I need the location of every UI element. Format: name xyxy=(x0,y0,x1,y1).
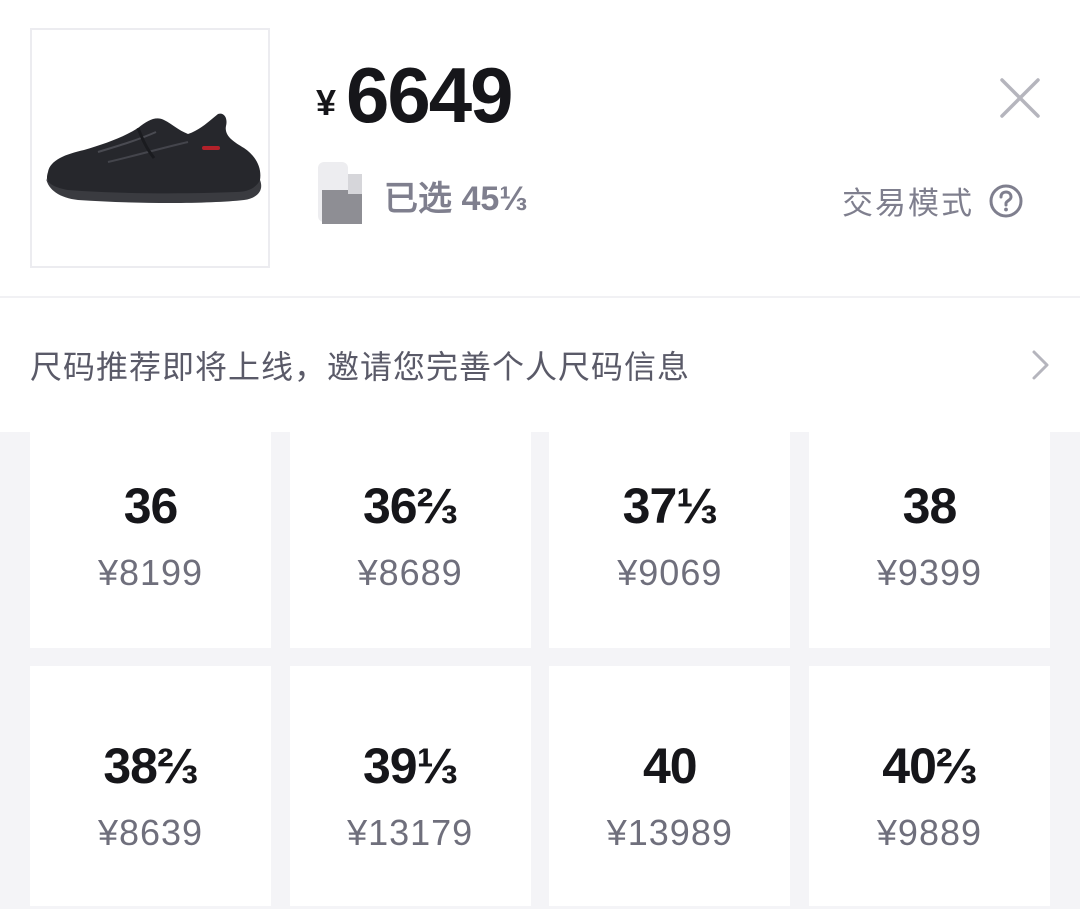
trade-mode-link[interactable]: 交易模式 xyxy=(842,178,1024,223)
size-price: ¥8639 xyxy=(97,812,204,853)
size-option[interactable]: 36 ¥8199 xyxy=(30,432,271,648)
size-selector-sheet: ¥ 6649 已选 45⅓ 交易模式 尺码推荐即将上线，邀请您完善个人尺码信息 … xyxy=(0,0,1080,909)
size-recommendation-banner[interactable]: 尺码推荐即将上线，邀请您完善个人尺码信息 xyxy=(0,298,1080,432)
size-option[interactable]: 40⅔ ¥9889 xyxy=(808,666,1050,906)
size-row: 36 ¥8199 36⅔ ¥8689 37⅓ ¥9069 38 ¥9399 xyxy=(30,432,1050,648)
size-option[interactable]: 37⅓ ¥9069 xyxy=(549,432,791,648)
size-option[interactable]: 36⅔ ¥8689 xyxy=(289,432,531,648)
size-grid: 36 ¥8199 36⅔ ¥8689 37⅓ ¥9069 38 ¥9399 38… xyxy=(30,432,1050,906)
trade-mode-label: 交易模式 xyxy=(842,186,974,221)
size-price: ¥9399 xyxy=(876,552,983,593)
size-option[interactable]: 40 ¥13989 xyxy=(549,666,791,906)
size-value: 38⅔ xyxy=(103,738,198,794)
size-option[interactable]: 38 ¥9399 xyxy=(808,432,1050,648)
size-value: 40⅔ xyxy=(882,738,977,794)
size-option[interactable]: 38⅔ ¥8639 xyxy=(30,666,271,906)
size-price: ¥8199 xyxy=(97,552,204,593)
size-price: ¥8689 xyxy=(357,552,463,593)
size-value: 38 xyxy=(902,478,958,534)
size-price: ¥9889 xyxy=(876,812,983,853)
size-option[interactable]: 39⅓ ¥13179 xyxy=(289,666,531,906)
size-value: 40 xyxy=(643,738,698,794)
product-price: ¥ 6649 xyxy=(316,50,514,140)
product-header: ¥ 6649 已选 45⅓ 交易模式 xyxy=(0,0,1080,296)
selected-size-label: 已选 45⅓ xyxy=(384,179,528,218)
close-button[interactable] xyxy=(996,74,1044,122)
selected-variant-thumbnail xyxy=(312,160,368,230)
selected-size-row: 已选 45⅓ xyxy=(312,158,528,232)
size-value: 37⅓ xyxy=(622,478,718,534)
size-price: ¥9069 xyxy=(617,552,723,593)
size-recommendation-text: 尺码推荐即将上线，邀请您完善个人尺码信息 xyxy=(30,349,691,385)
size-value: 36 xyxy=(123,478,179,534)
size-value: 39⅓ xyxy=(362,738,458,794)
size-price: ¥13179 xyxy=(347,812,474,853)
product-thumbnail xyxy=(30,28,270,268)
price-amount: 6649 xyxy=(346,51,514,139)
currency-symbol: ¥ xyxy=(316,82,337,123)
sneaker-image xyxy=(46,113,262,203)
question-circle-icon[interactable] xyxy=(988,183,1024,219)
chevron-right-icon xyxy=(1032,350,1049,380)
size-row: 38⅔ ¥8639 39⅓ ¥13179 40 ¥13989 40⅔ ¥9889 xyxy=(30,666,1050,906)
close-icon xyxy=(1000,78,1040,118)
size-price: ¥13989 xyxy=(606,812,733,853)
size-value: 36⅔ xyxy=(362,478,458,534)
